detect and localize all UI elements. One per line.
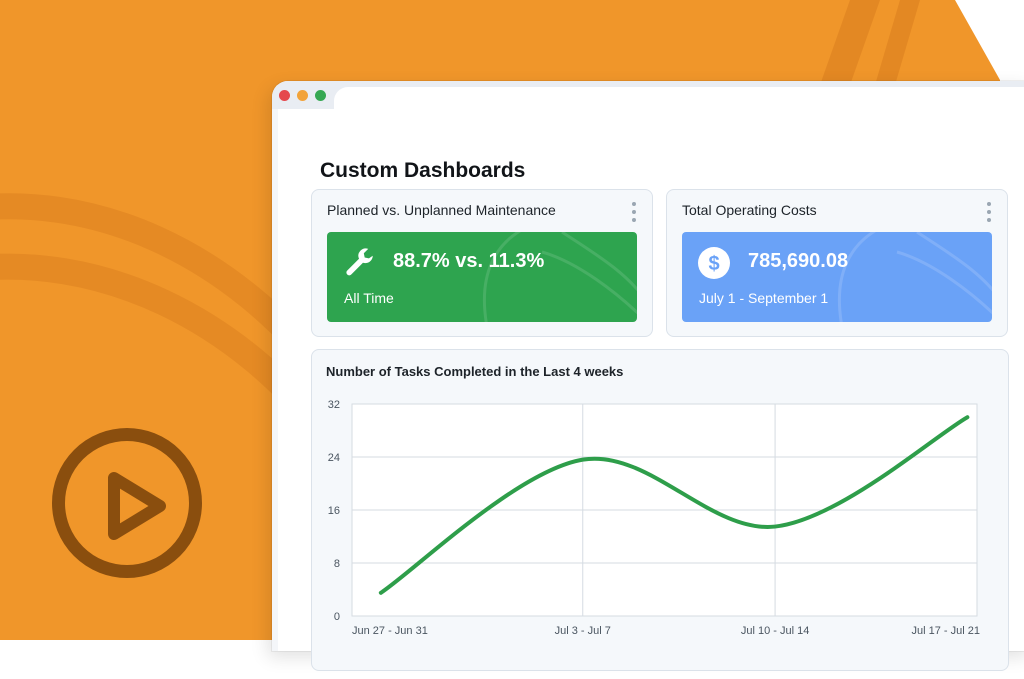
costs-value: 785,690.08 [748, 250, 848, 273]
maintenance-widget: Planned vs. Unplanned Maintenance 88.7% … [311, 189, 653, 337]
play-icon[interactable] [102, 466, 172, 546]
y-tick-label: 0 [334, 611, 340, 623]
tasks-line-chart: 0 8 16 24 32 Jun 27 - Jun 31 Jul 3 - Jul 7 Jul … [312, 350, 1002, 650]
maintenance-widget-title: Planned vs. Unplanned Maintenance [327, 202, 556, 218]
maintenance-value: 88.7% vs. 11.3% [393, 250, 544, 273]
dashboard-content: Custom Dashboards Planned vs. Unplanned … [278, 109, 1024, 651]
costs-subtitle: July 1 - September 1 [699, 290, 828, 306]
costs-stat-tile: $ 785,690.08 July 1 - September 1 [682, 232, 992, 322]
y-tick-label: 24 [328, 452, 340, 464]
maintenance-options-menu-icon[interactable] [632, 202, 636, 222]
page-title: Custom Dashboards [320, 159, 525, 183]
costs-widget: Total Operating Costs $ 785,690.08 July … [666, 189, 1008, 337]
svg-text:$: $ [708, 253, 719, 275]
x-tick-label: Jul 10 - Jul 14 [741, 625, 809, 637]
tasks-chart-widget: Number of Tasks Completed in the Last 4 … [311, 349, 1009, 671]
y-tick-label: 16 [328, 505, 340, 517]
x-tick-label: Jul 17 - Jul 21 [912, 625, 980, 637]
y-tick-label: 32 [328, 399, 340, 411]
costs-widget-title: Total Operating Costs [682, 202, 817, 218]
maintenance-subtitle: All Time [344, 290, 394, 306]
maintenance-stat-tile: 88.7% vs. 11.3% All Time [327, 232, 637, 322]
app-window: Custom Dashboards Planned vs. Unplanned … [272, 81, 1024, 651]
y-tick-label: 8 [334, 558, 340, 570]
minimize-window-button[interactable] [297, 90, 308, 101]
close-window-button[interactable] [279, 90, 290, 101]
x-tick-label: Jun 27 - Jun 31 [352, 625, 428, 637]
dollar-icon: $ [697, 246, 731, 280]
costs-options-menu-icon[interactable] [987, 202, 991, 222]
maximize-window-button[interactable] [315, 90, 326, 101]
x-tick-label: Jul 3 - Jul 7 [555, 625, 611, 637]
wrench-icon [343, 247, 377, 281]
window-titlebar [272, 81, 1024, 109]
